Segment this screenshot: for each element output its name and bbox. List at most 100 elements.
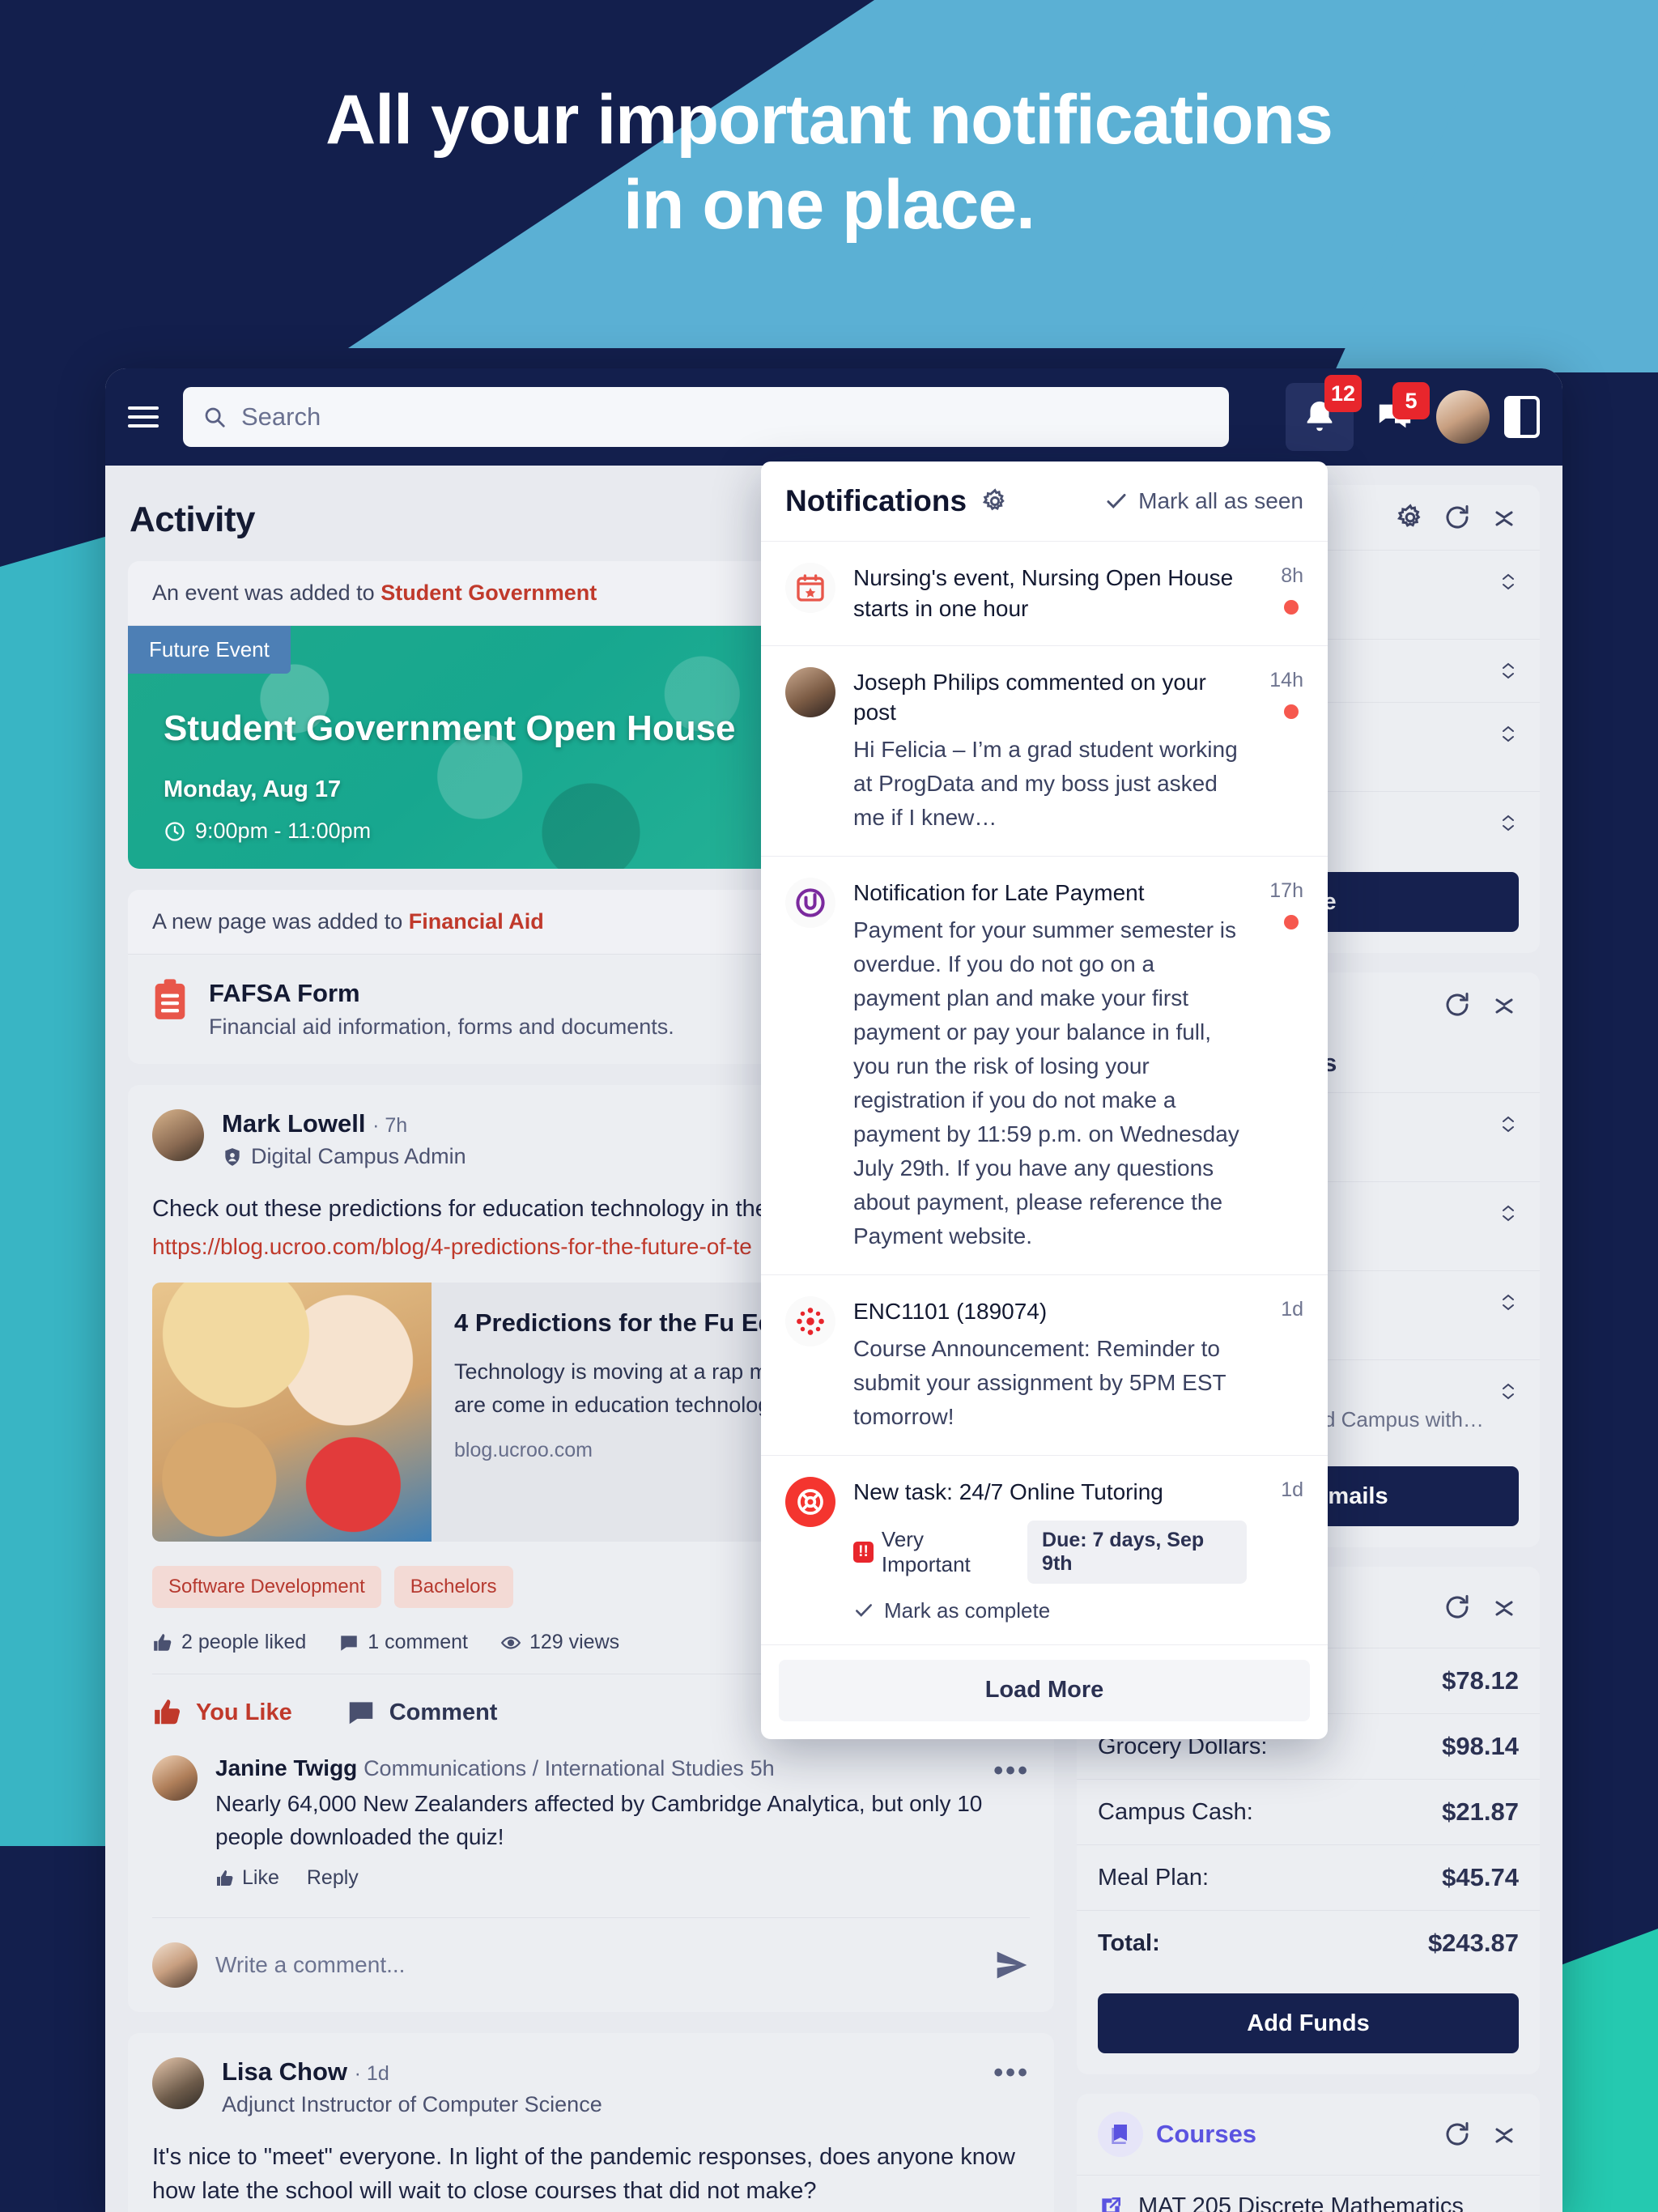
notification-item[interactable]: New task: 24/7 Online Tutoring !! Very I… (761, 1456, 1328, 1645)
notification-title: Joseph Philips commented on your post (853, 669, 1206, 725)
notifications-header: Notifications Mark all as seen (761, 462, 1328, 542)
post-timestamp: · 1d (354, 2062, 389, 2086)
comment-author[interactable]: Janine Twigg Communications / Internatio… (215, 1755, 1030, 1786)
comment-author-name: Janine Twigg (215, 1755, 358, 1781)
post-author-role: Adjunct Instructor of Computer Science (222, 2092, 1030, 2117)
reorder-icon[interactable] (1498, 656, 1519, 685)
balance-total-row: Total: $243.87 (1077, 1910, 1540, 1976)
course-item[interactable]: MAT 205 Discrete Mathematics (1077, 2175, 1540, 2212)
notification-time: 8h (1281, 564, 1303, 587)
notification-title: Nursing's event, Nursing Open House star… (853, 565, 1234, 621)
comment-actions: Like Reply (215, 1866, 1030, 1890)
notification-item[interactable]: ENC1101 (189074) Course Announcement: Re… (761, 1275, 1328, 1456)
mark-all-label: Mark all as seen (1138, 488, 1303, 513)
notification-item[interactable]: Nursing's event, Nursing Open House star… (761, 542, 1328, 646)
post-header: Lisa Chow · 1d ••• Adjunct Instructor of… (152, 2057, 1030, 2117)
collapse-icon[interactable] (1490, 1593, 1519, 1622)
event-note-prefix: An event was added to (152, 581, 381, 605)
check-icon (856, 1604, 872, 1617)
page-note-group-link[interactable]: Financial Aid (409, 909, 544, 934)
avatar[interactable] (152, 1755, 198, 1802)
notification-body: Joseph Philips commented on your post Hi… (853, 667, 1303, 836)
comment-timestamp: 5h (750, 1756, 775, 1781)
event-note-group-link[interactable]: Student Government (380, 581, 597, 605)
avatar[interactable] (152, 1109, 204, 1161)
post-author-name: Lisa Chow (222, 2057, 348, 2087)
add-funds-button[interactable]: Add Funds (1098, 1993, 1519, 2053)
reorder-icon[interactable] (1498, 1287, 1519, 1317)
comment-like-button[interactable]: Like (215, 1866, 279, 1890)
collapse-icon[interactable] (1490, 990, 1519, 1019)
hamburger-icon[interactable] (128, 401, 165, 433)
page-card-subtitle: Financial aid information, forms and doc… (209, 1015, 674, 1039)
gear-icon[interactable] (981, 487, 1009, 515)
notification-body: ENC1101 (189074) Course Announcement: Re… (853, 1296, 1303, 1434)
write-comment-row[interactable] (152, 1917, 1030, 1989)
load-more-button[interactable]: Load More (779, 1659, 1310, 1721)
avatar[interactable] (1436, 390, 1490, 444)
panel-toggle-icon[interactable] (1504, 396, 1540, 438)
reorder-icon[interactable] (1498, 1376, 1519, 1406)
tag[interactable]: Software Development (152, 1566, 381, 1609)
balance-value: $21.87 (1442, 1797, 1519, 1826)
event-time-row: 9:00pm - 11:00pm (164, 819, 371, 844)
canvas-logo-icon (785, 1295, 835, 1346)
widget-tools (1443, 2120, 1519, 2149)
messages-button[interactable]: 5 (1368, 382, 1430, 444)
post-role-text: Digital Campus Admin (251, 1144, 466, 1168)
notification-item[interactable]: Notification for Late Payment Payment fo… (761, 857, 1328, 1275)
course-label: MAT 205 Discrete Mathematics (1138, 2193, 1464, 2212)
comment-more-icon[interactable]: ••• (993, 1755, 1030, 1787)
notification-title: New task: 24/7 Online Tutoring (853, 1478, 1163, 1504)
notifications-button[interactable]: 12 (1286, 375, 1362, 451)
reorder-icon[interactable] (1498, 1109, 1519, 1138)
event-date: Monday, Aug 17 (164, 776, 342, 802)
reorder-icon[interactable] (1498, 567, 1519, 596)
refresh-icon[interactable] (1443, 1593, 1472, 1622)
post-author[interactable]: Lisa Chow · 1d ••• (222, 2057, 1030, 2089)
event-time-text: 9:00pm - 11:00pm (195, 819, 372, 843)
widget-tools (1396, 503, 1519, 532)
notification-description: Course Announcement: Reminder to submit … (853, 1335, 1226, 1429)
notification-item[interactable]: Joseph Philips commented on your post Hi… (761, 646, 1328, 857)
balance-row: Meal Plan: $45.74 (1077, 1844, 1540, 1910)
mark-complete-label: Mark as complete (884, 1597, 1051, 1623)
comment-input[interactable] (215, 1952, 976, 1979)
mark-all-as-seen-button[interactable]: Mark all as seen (1104, 488, 1303, 514)
refresh-icon[interactable] (1443, 503, 1472, 532)
reorder-icon[interactable] (1498, 1198, 1519, 1227)
avatar (785, 666, 835, 717)
refresh-icon[interactable] (1443, 990, 1472, 1019)
collapse-icon[interactable] (1490, 2120, 1519, 2149)
notifications-title: Notifications (785, 484, 967, 517)
gear-icon[interactable] (1396, 503, 1425, 532)
post-text: It's nice to "meet" everyone. In light o… (152, 2144, 1015, 2205)
send-icon[interactable] (994, 1947, 1030, 1983)
avatar (152, 1942, 198, 1989)
collapse-icon[interactable] (1490, 503, 1519, 532)
book-icon (1098, 2112, 1143, 2157)
balance-total-value: $243.87 (1427, 1929, 1519, 1957)
unread-dot (1284, 600, 1299, 615)
courses-widget-header: Courses (1077, 2094, 1540, 2175)
mark-as-complete-button[interactable]: Mark as complete (853, 1598, 1247, 1623)
search-input[interactable] (241, 402, 1209, 432)
notifications-badge: 12 (1324, 375, 1362, 412)
comment-author-meta: Communications / International Studies (363, 1756, 744, 1781)
comment-button[interactable]: Comment (346, 1697, 497, 1728)
reorder-icon[interactable] (1498, 808, 1519, 837)
tag[interactable]: Bachelors (393, 1566, 513, 1609)
hero-heading: All your important notifications in one … (0, 78, 1658, 248)
comment-reply-button[interactable]: Reply (307, 1866, 359, 1890)
hero-line-1: All your important notifications (325, 81, 1333, 159)
search-bar[interactable] (183, 387, 1229, 447)
avatar[interactable] (152, 2057, 204, 2110)
reorder-icon[interactable] (1498, 719, 1519, 748)
balance-label: Campus Cash: (1098, 1798, 1253, 1825)
link-preview-image (152, 1283, 432, 1542)
like-button[interactable]: You Like (152, 1697, 292, 1728)
post-more-icon[interactable]: ••• (993, 2057, 1030, 2089)
notification-title: ENC1101 (189074) (853, 1298, 1048, 1324)
post-author[interactable]: Mark Lowell · 7h (222, 1109, 466, 1138)
refresh-icon[interactable] (1443, 2120, 1472, 2149)
